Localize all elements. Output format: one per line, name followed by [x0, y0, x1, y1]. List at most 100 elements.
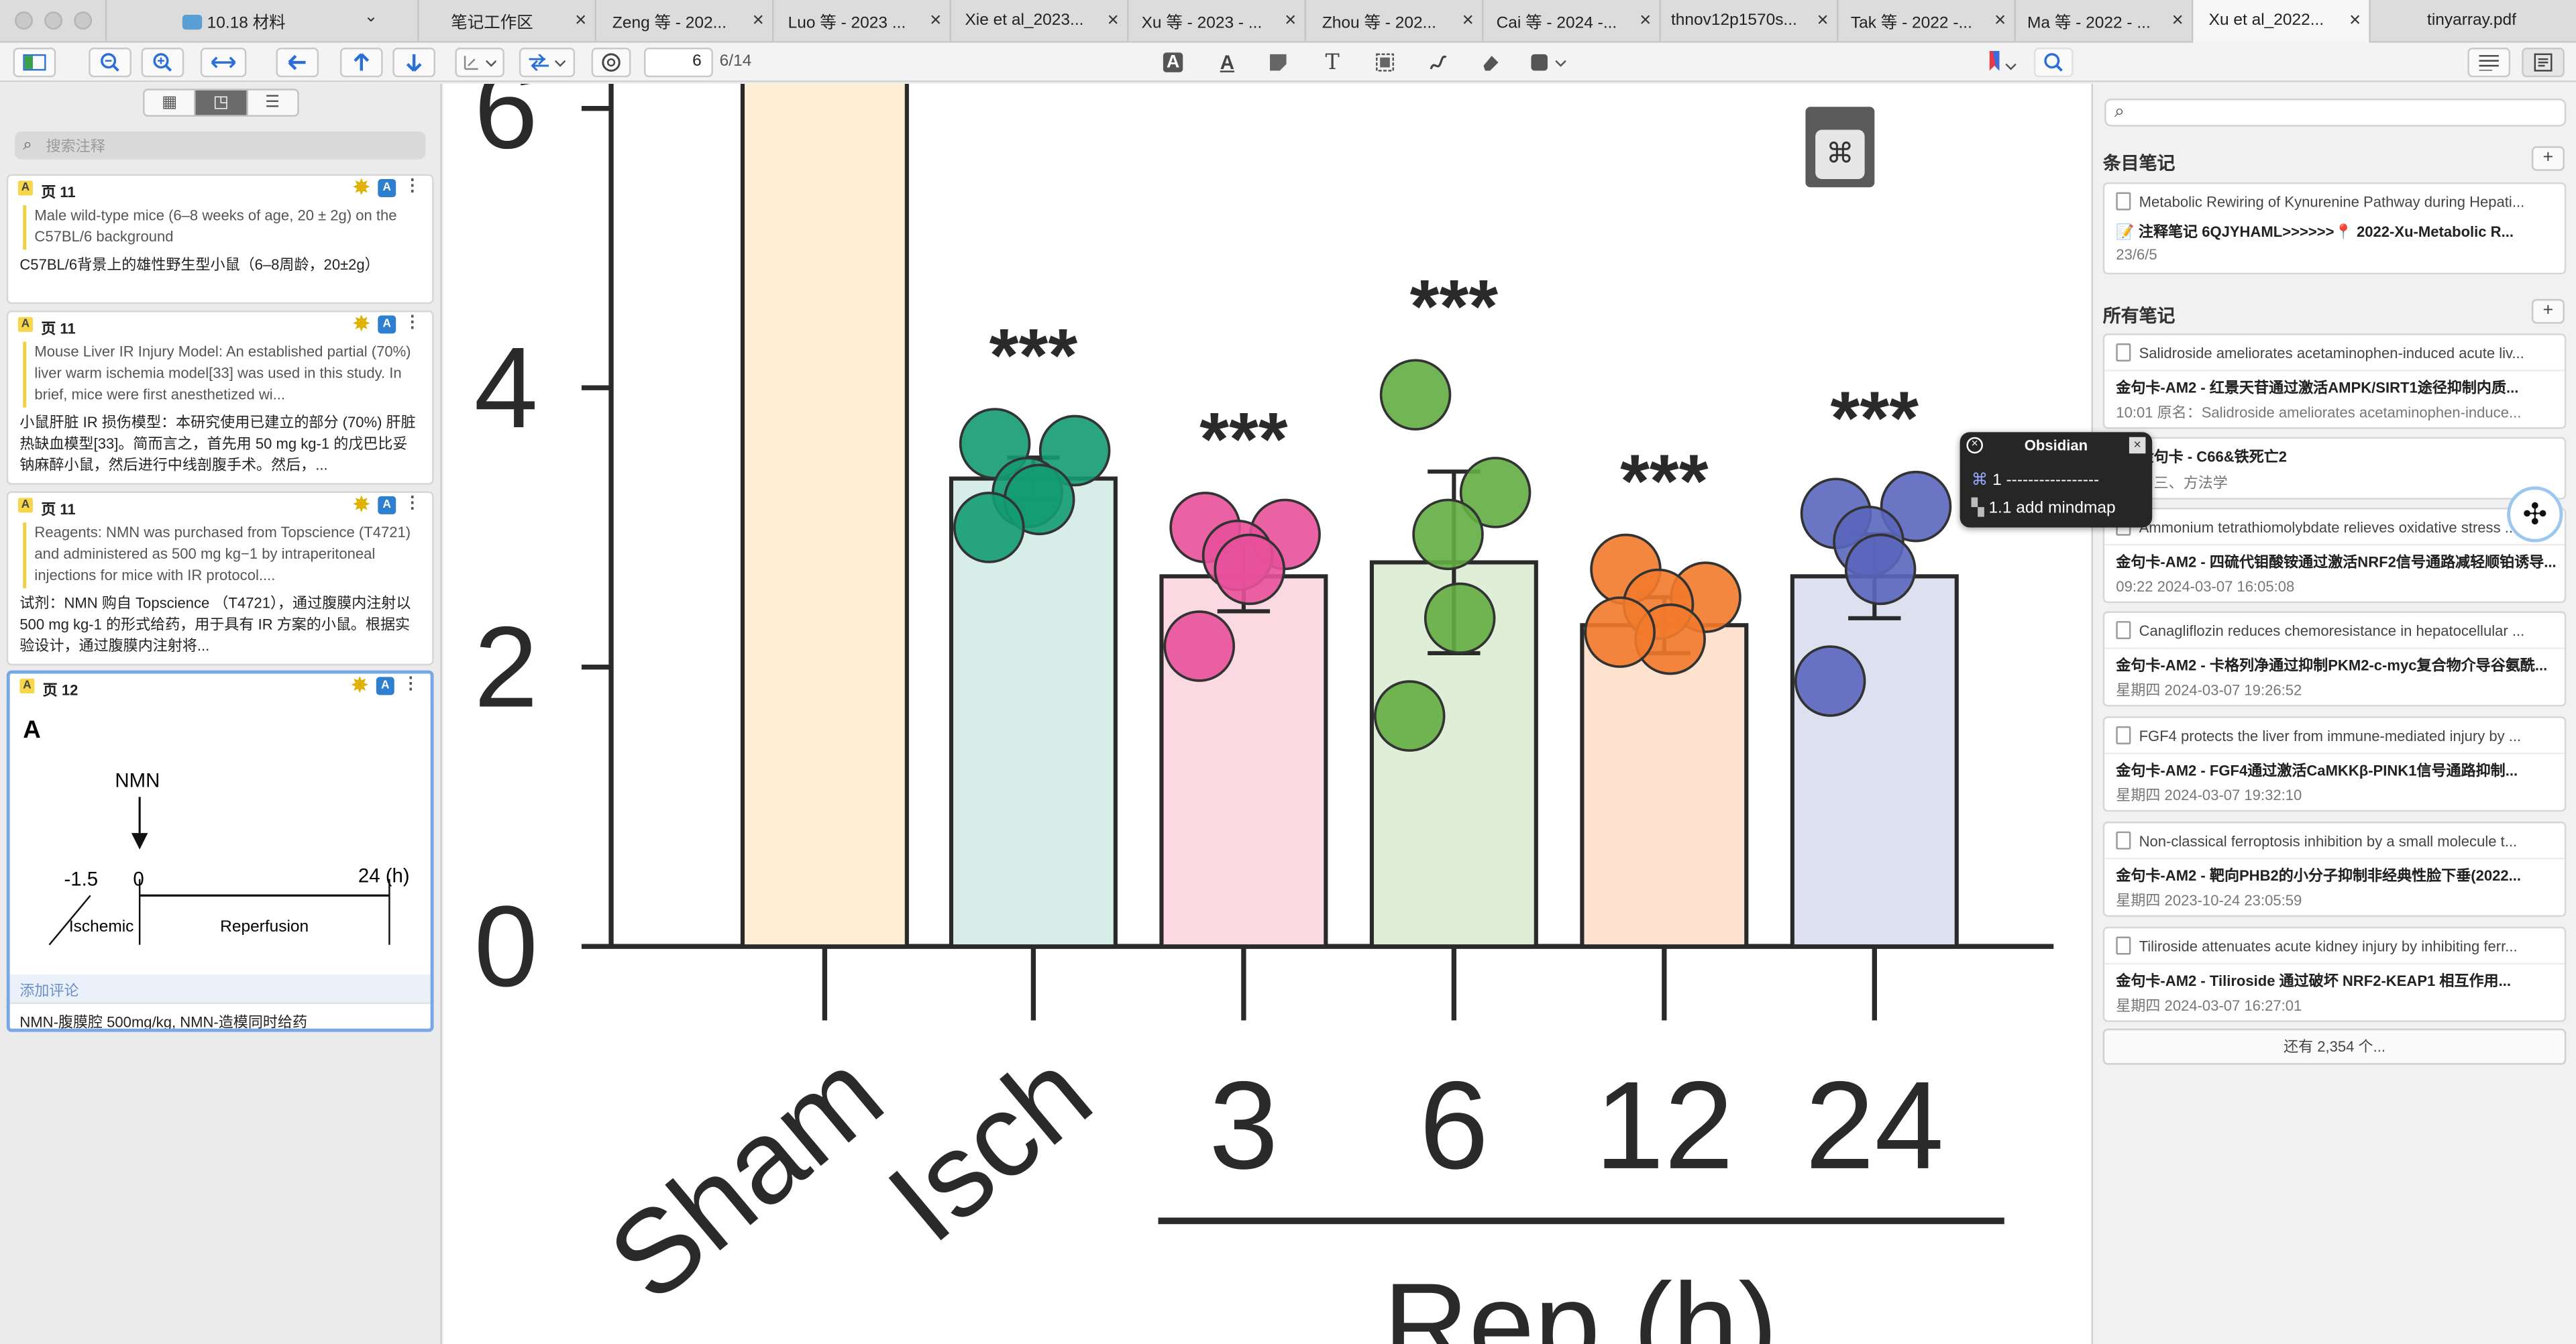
tab-document[interactable]: Zhou 等 - 202... × [1304, 0, 1482, 42]
note-card[interactable]: Non-classical ferroptosis inhibition by … [2102, 822, 2567, 917]
back-button[interactable] [276, 48, 319, 78]
toolbar: 6 6/14 A A T [0, 42, 2576, 82]
zoom-out-button[interactable] [89, 48, 131, 78]
highlight-text-button[interactable]: A [1157, 48, 1189, 77]
more-icon[interactable]: ⋮ [404, 314, 420, 332]
annotation-card[interactable]: A页 11 ✵ A ⋮ Reagents: NMN was purchased fro… [6, 491, 434, 666]
text-tool-button[interactable]: T [1316, 48, 1349, 77]
close-tab-icon[interactable]: × [1817, 9, 1829, 28]
floating-assistant-button[interactable]: ✣ [2507, 486, 2563, 543]
more-icon[interactable]: ⋮ [404, 494, 420, 512]
more-icon[interactable]: ⋮ [402, 675, 419, 693]
note-card[interactable]: Salidroside ameliorates acetaminophen-in… [2102, 333, 2567, 429]
close-tab-icon[interactable]: × [1640, 9, 1651, 28]
note-card[interactable]: Canagliflozin reduces chemoresistance in… [2102, 611, 2567, 707]
significance-label: *** [1199, 396, 1288, 481]
underline-text-button[interactable]: A [1211, 48, 1244, 77]
zoom-in-button[interactable] [141, 48, 184, 78]
tab-document[interactable]: Xie et al_2023... × [949, 0, 1127, 42]
annotation-search-input[interactable]: 搜索注释 [15, 131, 426, 160]
search-document-button[interactable] [2033, 48, 2074, 78]
note-card[interactable]: FGF4 protects the liver from immune-medi… [2102, 716, 2567, 812]
color-swatch-icon [1531, 54, 1566, 71]
significance-label: *** [1831, 376, 1919, 460]
tab-document[interactable]: thnov12p1570s... × [1659, 0, 1836, 42]
note-card[interactable]: Ammonium tetrathiomolybdate relieves oxi… [2102, 508, 2567, 604]
tab-document[interactable]: Luo 等 - 2023 ... × [772, 0, 949, 42]
eraser-icon [1483, 56, 1499, 71]
floating-app-icon[interactable]: ⌘ [1805, 107, 1875, 188]
close-tab-icon[interactable]: × [930, 9, 941, 28]
x-tick-label: 6 [1419, 1056, 1489, 1195]
ai-assistant-button[interactable] [591, 48, 631, 78]
add-note-button[interactable]: + [2531, 298, 2565, 324]
close-popup-button[interactable]: × [2129, 437, 2146, 454]
pen-icon [1430, 55, 1447, 70]
translate-icon[interactable]: A [376, 677, 394, 695]
more-icon[interactable]: ⋮ [404, 178, 420, 196]
close-tab-icon[interactable]: × [2172, 9, 2184, 28]
mindmap-item[interactable]: ⌘ 1 ----------------- [1972, 471, 2149, 490]
rotate-button[interactable] [519, 48, 576, 78]
search-icon: ⌕ [2114, 101, 2125, 122]
tab-document[interactable]: Zeng 等 - 202... × [594, 0, 772, 42]
eraser-tool-button[interactable] [1474, 48, 1507, 77]
significance-label: *** [1410, 264, 1499, 348]
show-more-notes-button[interactable]: 还有 2,354 个... [2102, 1028, 2567, 1065]
tab-notes-workspace[interactable]: 笔记工作区 × [417, 0, 594, 42]
bookmark-button[interactable] [1983, 48, 2023, 77]
tab-document[interactable]: Tak 等 - 2022 -... × [1836, 0, 2014, 42]
sparkle-icon[interactable]: ✵ [353, 176, 370, 199]
tab-document[interactable]: Xu 等 - 2023 - ... × [1127, 0, 1304, 42]
translate-icon[interactable]: A [378, 496, 396, 514]
close-tab-icon[interactable]: × [2349, 9, 2361, 28]
note-card[interactable]: 金句卡 - C66&铁死亡2 三、方法学 [2102, 437, 2567, 500]
translate-icon[interactable]: A [378, 315, 396, 334]
sidebar-toggle-button[interactable] [13, 48, 56, 78]
close-tab-icon[interactable]: × [1108, 9, 1119, 28]
tab-document[interactable]: tinyarray.pdf [2369, 0, 2573, 42]
translate-icon[interactable]: A [378, 179, 396, 197]
close-tab-icon[interactable]: × [1285, 9, 1296, 28]
close-window-button[interactable] [15, 11, 33, 30]
add-comment-button[interactable]: 添加评论 [9, 974, 431, 1003]
area-tool-button[interactable] [1368, 48, 1401, 77]
fit-width-button[interactable] [200, 48, 247, 78]
chevron-down-icon[interactable]: ⌄ [364, 7, 378, 25]
pdf-viewer[interactable]: 0 2 4 6 Sham *** Isch *** 3 *** 6 *** 12 *** 24 Rep (h) [443, 83, 2092, 1344]
highlight-icon: A [17, 180, 33, 196]
sparkle-icon[interactable]: ✵ [352, 674, 368, 697]
outline-view-button[interactable] [2467, 48, 2511, 78]
close-tab-icon[interactable]: × [1994, 9, 2006, 28]
minimize-window-button[interactable] [44, 11, 63, 30]
notes-view-button[interactable] [2522, 48, 2565, 78]
note-tool-button[interactable] [1262, 48, 1295, 77]
add-item-note-button[interactable]: + [2531, 146, 2565, 171]
close-tab-icon[interactable]: × [575, 9, 586, 28]
close-tab-icon[interactable]: × [753, 9, 764, 28]
color-picker-button[interactable] [1525, 48, 1574, 77]
select-tool-button[interactable] [455, 48, 504, 78]
sparkle-icon[interactable]: ✵ [353, 313, 370, 335]
zoom-window-button[interactable] [74, 11, 93, 30]
next-page-button[interactable] [392, 48, 435, 78]
annotation-view-tab[interactable]: ◳ [196, 90, 248, 115]
sparkle-icon[interactable]: ✵ [353, 493, 370, 516]
page-number-input[interactable]: 6 [644, 48, 713, 78]
annotation-card[interactable]: A页 11 ✵ A ⋮ Mouse Liver IR Injury Model: An… [6, 311, 434, 485]
tab-library[interactable]: 10.18 材料 ⌄ [105, 0, 417, 42]
thumbnail-view-tab[interactable]: ▦ [145, 90, 197, 115]
note-card[interactable]: Tiliroside attenuates acute kidney injur… [2102, 926, 2567, 1022]
tab-document[interactable]: Cai 等 - 2024 -... × [1481, 0, 1659, 42]
annotation-card[interactable]: A页 11 ✵ A ⋮ Male wild-type mice (6–8 weeks … [6, 174, 434, 304]
tab-document-active[interactable]: Xu et al_2022... × [2191, 0, 2369, 42]
previous-page-button[interactable] [339, 48, 383, 78]
item-note-card[interactable]: Metabolic Rewiring of Kynurenine Pathway… [2102, 182, 2567, 275]
annotation-card-selected[interactable]: A页 12 ✵ A ⋮ A NMN -1.5 0 24 (h) Ischemic Re… [6, 670, 434, 1032]
outline-view-tab[interactable]: ☰ [248, 91, 297, 115]
close-tab-icon[interactable]: × [1462, 9, 1474, 28]
mindmap-item[interactable]: ▚ 1.1 add mindmap [1972, 500, 2116, 518]
tab-document[interactable]: Ma 等 - 2022 - ... × [2014, 0, 2191, 42]
ink-tool-button[interactable] [1421, 48, 1454, 77]
notes-search-input[interactable]: ⌕ [2104, 99, 2567, 127]
